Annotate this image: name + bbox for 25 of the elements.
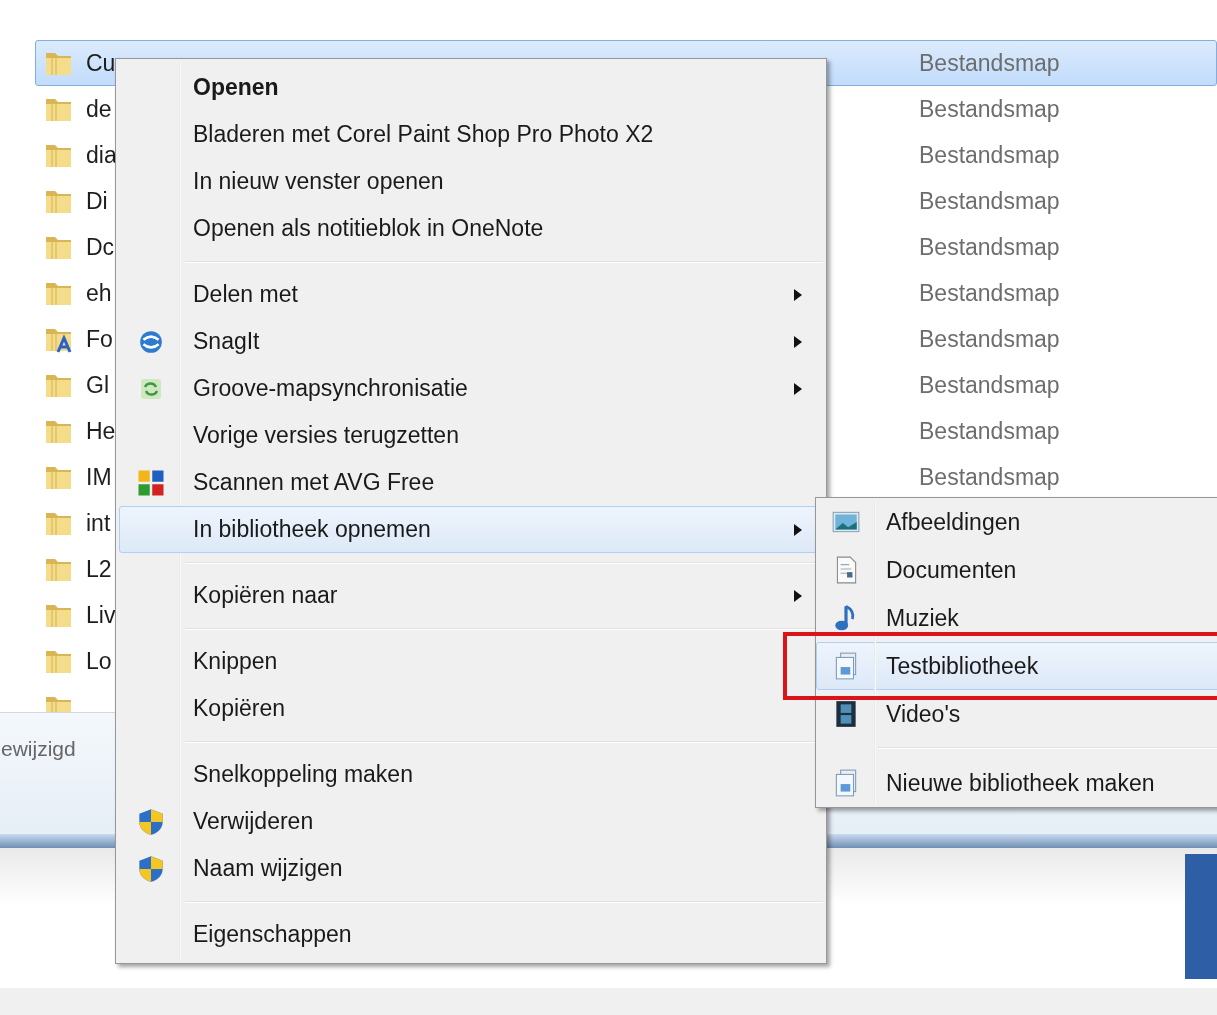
file-name: Liv	[86, 601, 117, 629]
file-name: Cu	[86, 49, 117, 77]
file-name: Lo	[86, 647, 113, 675]
file-name: IM	[86, 463, 113, 491]
file-name: He	[86, 417, 117, 445]
file-type: Bestandsmap	[919, 279, 1060, 307]
file-name: Gl	[86, 371, 110, 399]
file-type: Bestandsmap	[919, 49, 1060, 77]
file-type: Bestandsmap	[919, 417, 1060, 445]
file-name: de	[86, 95, 113, 123]
file-name: Di	[86, 187, 109, 215]
file-name: int	[86, 509, 112, 537]
file-type: Bestandsmap	[919, 95, 1060, 123]
file-type: Bestandsmap	[919, 187, 1060, 215]
file-type: Bestandsmap	[919, 371, 1060, 399]
file-name: Fo	[86, 325, 114, 353]
details-text: ewijzigd	[1, 737, 76, 760]
file-name: dia	[86, 141, 118, 169]
file-type: Bestandsmap	[919, 325, 1060, 353]
file-type: Bestandsmap	[919, 463, 1060, 491]
file-name: L2	[86, 555, 113, 583]
file-name: Dc	[86, 233, 116, 261]
file-type: Bestandsmap	[919, 141, 1060, 169]
file-type: Bestandsmap	[919, 233, 1060, 261]
file-name: eh	[86, 279, 113, 307]
